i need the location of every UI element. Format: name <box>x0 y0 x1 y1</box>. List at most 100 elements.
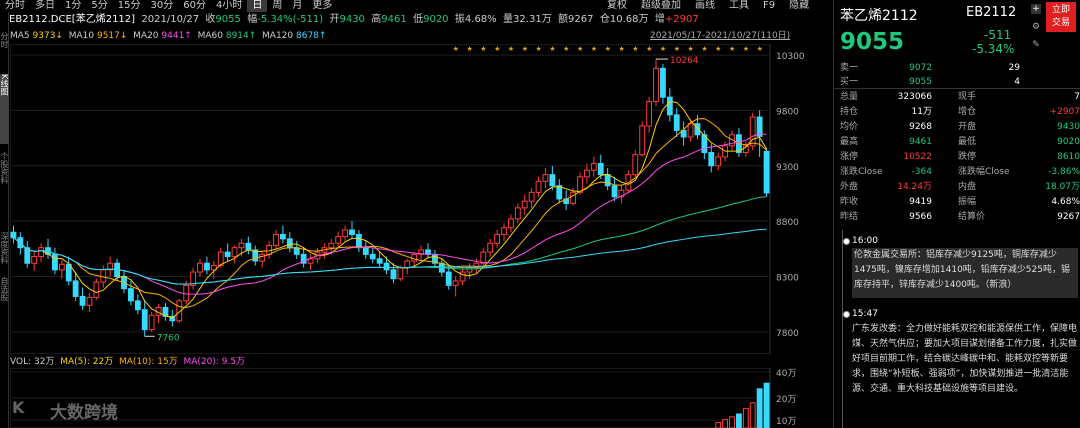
period-8[interactable]: 日 <box>247 0 268 12</box>
candle-body[interactable] <box>535 180 542 193</box>
candle-body[interactable] <box>528 191 535 202</box>
event-star[interactable]: ★ <box>591 45 597 53</box>
candle-body[interactable] <box>86 297 93 306</box>
period-5[interactable]: 30分 <box>145 0 178 12</box>
period-4[interactable]: 15分 <box>113 0 146 12</box>
period-6[interactable]: 60分 <box>178 0 211 12</box>
event-star[interactable]: ★ <box>674 45 680 53</box>
candle-body[interactable] <box>507 218 514 229</box>
tool-1[interactable]: 超级叠加 <box>634 0 688 12</box>
side-tab-3[interactable]: 深度资料 <box>0 232 9 272</box>
candle-body[interactable] <box>549 174 556 187</box>
tool-0[interactable]: 复权 <box>600 0 634 12</box>
candle-body[interactable] <box>659 67 666 98</box>
candle-body[interactable] <box>183 284 190 302</box>
event-star[interactable]: ★ <box>715 45 721 53</box>
candle-body[interactable] <box>666 96 673 116</box>
event-star[interactable]: ★ <box>536 45 542 53</box>
trade-now-button[interactable]: 立即 交易 <box>1046 2 1076 32</box>
tool-2[interactable]: 画线 <box>688 0 722 12</box>
candle-body[interactable] <box>397 267 404 280</box>
news-body-2[interactable]: 广东发改委：全力做好能耗双控和能源保供工作，保障电煤、天然气供应；要加大项目谋划… <box>852 322 1078 426</box>
event-star[interactable]: ★ <box>522 45 528 53</box>
date-range[interactable]: 2021/05/17-2021/10/27(110日) <box>650 30 790 42</box>
settings-icon[interactable]: ⚙ <box>1031 22 1041 32</box>
candle-body[interactable] <box>224 251 231 258</box>
candle-body[interactable] <box>487 242 494 253</box>
event-star[interactable]: ★ <box>660 45 666 53</box>
candle-body[interactable] <box>349 229 355 235</box>
event-star[interactable]: ★ <box>757 45 763 53</box>
candle-body[interactable] <box>514 207 521 220</box>
candle-body[interactable] <box>362 247 369 255</box>
candle-body[interactable] <box>197 262 203 273</box>
tool-5[interactable]: 隐藏 <box>782 0 816 12</box>
candle-body[interactable] <box>245 242 252 251</box>
event-star[interactable]: ★ <box>701 45 707 53</box>
candle-body[interactable] <box>238 242 245 249</box>
event-star[interactable]: ★ <box>466 45 472 53</box>
candle-body[interactable] <box>369 253 376 260</box>
event-star[interactable]: ★ <box>563 45 569 53</box>
candle-body[interactable] <box>708 152 715 167</box>
period-1[interactable]: 多日 <box>30 0 60 12</box>
candlestick-chart[interactable]: 10300 9800 9300 8800 8300 7800 ★ ★ ★ ★ ★ ★ ★ ★ ★ ★ ★ ★ ★ ★ ★… <box>10 44 828 354</box>
period-7[interactable]: 4小时 <box>211 0 247 12</box>
candle-body[interactable] <box>342 229 349 238</box>
side-tab-1[interactable]: K线图 <box>0 74 9 144</box>
candle-body[interactable] <box>203 262 210 271</box>
candle-body[interactable] <box>72 280 79 297</box>
candle-body[interactable] <box>570 191 577 204</box>
candle-body[interactable] <box>590 163 597 171</box>
candle-body[interactable] <box>639 125 646 156</box>
event-star[interactable]: ★ <box>743 45 749 53</box>
event-star[interactable]: ★ <box>646 45 652 53</box>
candle-body[interactable] <box>687 123 694 138</box>
candle-body[interactable] <box>715 156 722 167</box>
candle-body[interactable] <box>259 253 266 262</box>
candle-body[interactable] <box>10 231 17 239</box>
candle-body[interactable] <box>273 233 279 247</box>
candle-body[interactable] <box>445 271 452 286</box>
news-body-1[interactable]: 伦敦金属交易所：铝库存减少9125吨，铜库存减少1475吨，镍库存增加1410吨… <box>852 248 1078 298</box>
candle-body[interactable] <box>58 263 65 271</box>
tool-4[interactable]: F9 <box>756 0 782 12</box>
event-star[interactable]: ★ <box>508 45 514 53</box>
candle-body[interactable] <box>604 174 611 187</box>
candle-body[interactable] <box>293 247 300 255</box>
candle-body[interactable] <box>597 163 604 176</box>
add-watchlist-button[interactable]: + <box>1031 4 1041 14</box>
candle-body[interactable] <box>390 269 397 280</box>
event-star[interactable]: ★ <box>632 45 638 53</box>
candle-body[interactable] <box>404 260 411 269</box>
candle-body[interactable] <box>148 314 155 331</box>
candle-body[interactable] <box>466 267 473 273</box>
candle-body[interactable] <box>383 262 390 271</box>
candle-body[interactable] <box>79 295 86 306</box>
event-star[interactable]: ★ <box>618 45 624 53</box>
candle-body[interactable] <box>141 309 148 331</box>
candle-body[interactable] <box>521 200 528 209</box>
volume-chart[interactable]: 40万 20万 10万 <box>10 368 828 428</box>
side-tab-0[interactable]: 分时 <box>0 32 9 70</box>
candle-body[interactable] <box>376 258 383 264</box>
candle-body[interactable] <box>494 233 501 244</box>
candle-body[interactable] <box>65 263 72 282</box>
event-star[interactable]: ★ <box>688 45 694 53</box>
candle-body[interactable] <box>763 150 770 194</box>
candle-body[interactable] <box>100 269 107 283</box>
candle-body[interactable] <box>231 247 238 258</box>
candle-body[interactable] <box>279 233 286 240</box>
candle-body[interactable] <box>501 227 507 235</box>
period-10[interactable]: 月 <box>287 0 307 12</box>
side-tab-4[interactable]: 自选股 <box>0 277 9 332</box>
candle-body[interactable] <box>583 169 590 178</box>
candle-body[interactable] <box>611 185 618 198</box>
candle-body[interactable] <box>31 256 38 264</box>
candle-body[interactable] <box>411 253 418 262</box>
period-2[interactable]: 1分 <box>60 0 86 12</box>
edit-icon[interactable]: ✎ <box>1031 40 1041 50</box>
candle-body[interactable] <box>286 238 293 249</box>
event-star[interactable]: ★ <box>453 45 459 53</box>
candle-body[interactable] <box>127 288 134 302</box>
